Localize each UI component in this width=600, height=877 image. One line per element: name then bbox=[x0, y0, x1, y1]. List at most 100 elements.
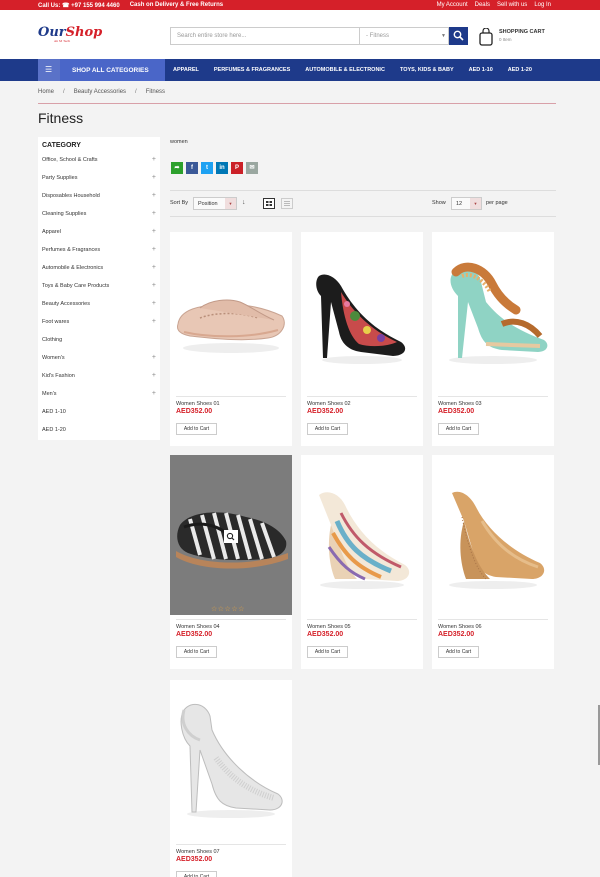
sidebar-item[interactable]: Men's + bbox=[42, 390, 156, 409]
product-name[interactable]: Women Shoes 06 bbox=[438, 624, 482, 630]
shopping-cart[interactable]: SHOPPING CART 0 Item bbox=[479, 27, 559, 47]
linkedin-icon[interactable]: in bbox=[216, 162, 228, 174]
product-image[interactable] bbox=[432, 232, 554, 392]
expand-icon[interactable]: + bbox=[152, 246, 156, 253]
sidebar-item[interactable]: Beauty Accessories + bbox=[42, 300, 156, 319]
expand-icon[interactable]: + bbox=[152, 300, 156, 307]
nav-automobile[interactable]: AUTOMOBILE & ELECTRONIC bbox=[305, 67, 385, 73]
add-to-cart-button[interactable]: Add to Cart bbox=[176, 423, 217, 435]
product-card[interactable]: Women Shoes 02 AED352.00 Add to Cart bbox=[301, 232, 423, 446]
product-name[interactable]: Women Shoes 05 bbox=[307, 624, 351, 630]
sell-with-us-link[interactable]: Sell with us bbox=[497, 2, 527, 8]
product-image[interactable] bbox=[301, 232, 423, 392]
product-name[interactable]: Women Shoes 03 bbox=[438, 401, 482, 407]
sidebar-item[interactable]: Women's + bbox=[42, 354, 156, 373]
subcategory-link[interactable]: women bbox=[170, 139, 188, 145]
product-card[interactable]: Women Shoes 05 AED352.00 Add to Cart bbox=[301, 455, 423, 669]
product-name[interactable]: Women Shoes 04 bbox=[176, 624, 220, 630]
grid-view-button[interactable] bbox=[263, 198, 275, 209]
add-to-cart-button[interactable]: Add to Cart bbox=[438, 646, 479, 658]
sidebar-item-label: AED 1-20 bbox=[42, 427, 66, 433]
product-name[interactable]: Women Shoes 02 bbox=[307, 401, 351, 407]
product-image[interactable]: ☆☆☆☆☆ bbox=[170, 455, 292, 615]
product-card[interactable]: Women Shoes 07 AED352.00 Add to Cart bbox=[170, 680, 292, 877]
deals-link[interactable]: Deals bbox=[475, 2, 490, 8]
add-to-cart-button[interactable]: Add to Cart bbox=[176, 646, 217, 658]
product-price: AED352.00 bbox=[176, 856, 213, 863]
sidebar-item[interactable]: Automobile & Electronics + bbox=[42, 264, 156, 283]
share-icon[interactable]: ➦ bbox=[171, 162, 183, 174]
per-page-select[interactable]: 12 ▼ bbox=[451, 197, 482, 210]
sort-direction-arrow-icon[interactable]: ↓ bbox=[242, 199, 246, 206]
sidebar-item[interactable]: Clothing bbox=[42, 337, 156, 355]
top-bar: Call Us: ☎ +97 155 994 4460 Cash on Deli… bbox=[0, 0, 600, 10]
product-name[interactable]: Women Shoes 01 bbox=[176, 401, 220, 407]
delivery-text: Cash on Delivery & Free Returns bbox=[129, 1, 224, 8]
breadcrumb-home[interactable]: Home bbox=[38, 89, 54, 95]
email-icon[interactable]: ✉ bbox=[246, 162, 258, 174]
log-in-link[interactable]: Log In bbox=[534, 2, 551, 8]
search-input[interactable]: Search entire store here... bbox=[177, 33, 246, 39]
product-card[interactable]: Women Shoes 06 AED352.00 Add to Cart bbox=[432, 455, 554, 669]
pinterest-icon[interactable]: P bbox=[231, 162, 243, 174]
sidebar-item[interactable]: Party Supplies + bbox=[42, 174, 156, 193]
sidebar-item-label: Disposables Household bbox=[42, 193, 100, 199]
nav-apparel[interactable]: APPAREL bbox=[173, 67, 199, 73]
twitter-icon[interactable]: t bbox=[201, 162, 213, 174]
sidebar-item[interactable]: Apparel + bbox=[42, 228, 156, 247]
facebook-icon[interactable]: f bbox=[186, 162, 198, 174]
menu-button[interactable]: ☰ bbox=[38, 59, 60, 81]
expand-icon[interactable]: + bbox=[152, 354, 156, 361]
expand-icon[interactable]: + bbox=[152, 282, 156, 289]
shop-all-categories-button[interactable]: SHOP ALL CATEGORIES bbox=[60, 59, 165, 81]
sidebar-item[interactable]: Kid's Fashion + bbox=[42, 372, 156, 391]
sidebar-item[interactable]: Cleaning Supplies + bbox=[42, 210, 156, 229]
divider bbox=[307, 619, 417, 620]
expand-icon[interactable]: + bbox=[152, 210, 156, 217]
expand-icon[interactable]: + bbox=[152, 390, 156, 397]
nav-aed-1-20[interactable]: AED 1-20 bbox=[508, 67, 532, 73]
sidebar-item[interactable]: Office, School & Crafts + bbox=[42, 156, 156, 175]
site-logo[interactable]: OurShop An M Tech bbox=[38, 25, 102, 43]
expand-icon[interactable]: + bbox=[152, 228, 156, 235]
breadcrumb-beauty[interactable]: Beauty Accessories bbox=[74, 89, 126, 95]
add-to-cart-button[interactable]: Add to Cart bbox=[307, 423, 348, 435]
product-image[interactable] bbox=[301, 455, 423, 615]
sidebar-item[interactable]: Perfumes & Fragrances + bbox=[42, 246, 156, 265]
sidebar-item[interactable]: Foot wares + bbox=[42, 318, 156, 337]
add-to-cart-button[interactable]: Add to Cart bbox=[438, 423, 479, 435]
expand-icon[interactable]: + bbox=[152, 264, 156, 271]
product-image[interactable] bbox=[432, 455, 554, 615]
sidebar-item[interactable]: Toys & Baby Care Products + bbox=[42, 282, 156, 301]
product-card[interactable]: Women Shoes 03 AED352.00 Add to Cart bbox=[432, 232, 554, 446]
nav-toys[interactable]: TOYS, KIDS & BABY bbox=[400, 67, 454, 73]
expand-icon[interactable]: + bbox=[152, 318, 156, 325]
product-image[interactable] bbox=[170, 232, 292, 392]
product-card[interactable]: Women Shoes 01 AED352.00 Add to Cart bbox=[170, 232, 292, 446]
sort-select[interactable]: Position ▼ bbox=[193, 197, 237, 210]
sidebar-item[interactable]: AED 1-20 bbox=[42, 427, 156, 445]
nav-perfumes[interactable]: PERFUMES & FRAGRANCES bbox=[214, 67, 290, 73]
sidebar-item[interactable]: Disposables Household + bbox=[42, 192, 156, 211]
zoom-button[interactable] bbox=[224, 530, 238, 543]
nav-aed-1-10[interactable]: AED 1-10 bbox=[469, 67, 493, 73]
my-account-link[interactable]: My Account bbox=[437, 2, 468, 8]
expand-icon[interactable]: + bbox=[152, 192, 156, 199]
search-category-select[interactable]: - Fitness ▼ bbox=[359, 28, 450, 44]
product-price: AED352.00 bbox=[307, 631, 344, 638]
add-to-cart-button[interactable]: Add to Cart bbox=[307, 646, 348, 658]
add-to-cart-button[interactable]: Add to Cart bbox=[176, 871, 217, 877]
header: OurShop An M Tech Search entire store he… bbox=[0, 10, 600, 59]
search-button[interactable] bbox=[449, 27, 468, 45]
product-name[interactable]: Women Shoes 07 bbox=[176, 849, 220, 855]
product-card[interactable]: ☆☆☆☆☆ Women Shoes 04 AED352.00 Add to Cart bbox=[170, 455, 292, 669]
sidebar-item-label: Apparel bbox=[42, 229, 61, 235]
product-image[interactable] bbox=[170, 680, 292, 840]
expand-icon[interactable]: + bbox=[152, 174, 156, 181]
sidebar-item[interactable]: AED 1-10 bbox=[42, 409, 156, 427]
list-view-button[interactable] bbox=[281, 198, 293, 209]
expand-icon[interactable]: + bbox=[152, 156, 156, 163]
expand-icon[interactable]: + bbox=[152, 372, 156, 379]
sidebar-item-label: Foot wares bbox=[42, 319, 70, 325]
share-buttons: ➦ f t in P ✉ bbox=[171, 162, 258, 174]
